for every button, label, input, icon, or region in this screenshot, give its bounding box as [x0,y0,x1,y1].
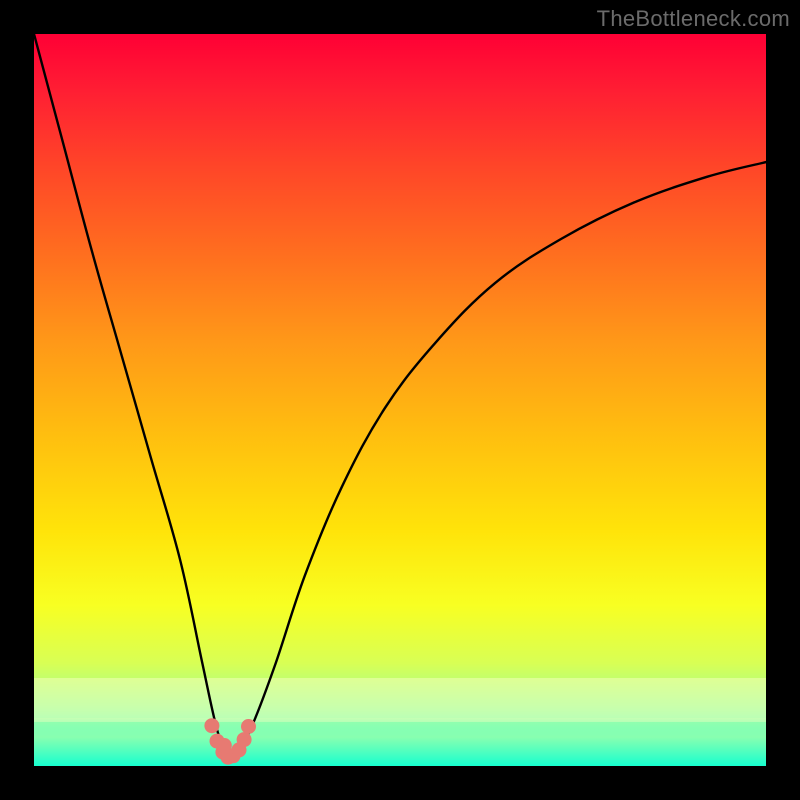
bottleneck-curve [34,34,766,766]
highlight-band [34,678,766,722]
chart-frame: TheBottleneck.com [0,0,800,800]
plot-area [34,34,766,766]
watermark-text: TheBottleneck.com [597,6,790,32]
green-zone [34,718,766,766]
